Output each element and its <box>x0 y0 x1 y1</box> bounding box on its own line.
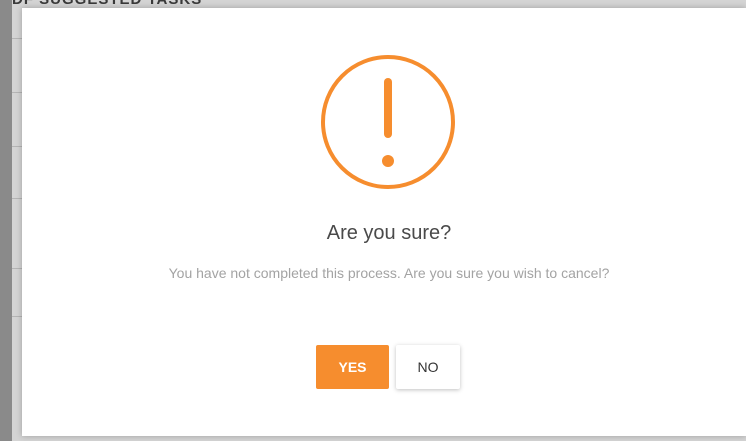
dialog-message: You have not completed this process. Are… <box>168 265 610 281</box>
dialog-title: Are you sure? <box>326 222 452 244</box>
no-button[interactable]: NO <box>396 345 460 389</box>
confirm-dialog: Are you sure? You have not completed thi… <box>22 8 746 436</box>
background-header-text: DF SUGGESTED TASKS <box>12 0 202 8</box>
yes-button[interactable]: YES <box>316 345 389 389</box>
exclamation-circle-icon <box>321 55 455 189</box>
